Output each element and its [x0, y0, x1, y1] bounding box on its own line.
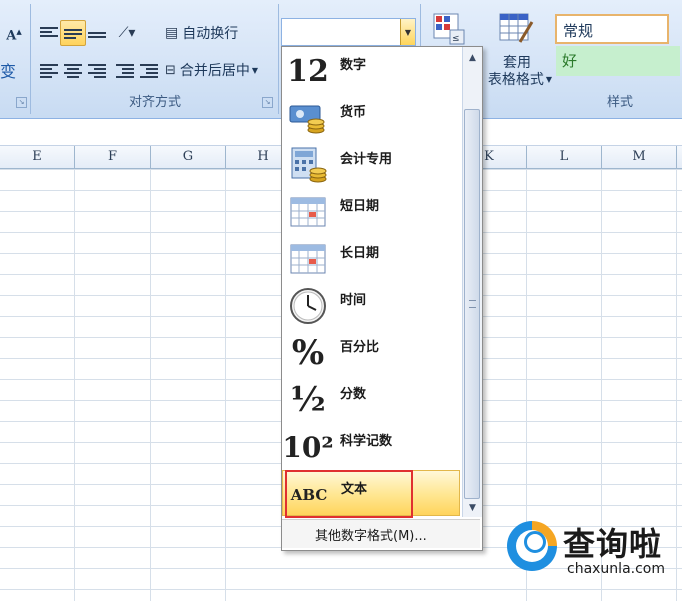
percent-icon: % [291, 333, 325, 373]
number-icon: 12 [287, 53, 329, 89]
chevron-down-icon: ▼ [251, 65, 259, 75]
orientation-icon: ⟋▾ [118, 25, 136, 41]
increase-indent-button[interactable] [136, 57, 162, 83]
format-item-long-date[interactable]: 长日期 [282, 235, 460, 281]
scroll-thumb[interactable] [464, 109, 480, 499]
svg-text:≤: ≤ [452, 34, 460, 44]
format-item-scientific[interactable]: 10² 科学记数 [282, 423, 460, 469]
font-group-launcher[interactable]: ↘ [16, 97, 27, 108]
currency-icon [286, 98, 330, 138]
watermark-subtitle: chaxunla.com [567, 561, 665, 577]
format-item-accounting[interactable]: 会计专用 [282, 141, 460, 187]
format-item-label: 时间 [340, 293, 367, 308]
format-item-label: 百分比 [340, 340, 380, 355]
long-date-icon [286, 239, 330, 279]
number-format-combo[interactable] [281, 18, 416, 46]
alignment-group-label: 对齐方式 [128, 95, 181, 110]
format-item-label: 货币 [340, 105, 367, 120]
merge-center-icon: ⊟ [165, 62, 176, 78]
apply-table-format-label-2: 表格格式 [487, 72, 544, 88]
watermark-title: 查询啦 [563, 525, 663, 563]
style-good[interactable]: 好 [556, 46, 680, 76]
format-item-number[interactable]: 12 数字 [282, 47, 460, 93]
orientation-button[interactable]: ⟋▾ [110, 20, 144, 46]
styles-group-label: 样式 [606, 95, 633, 110]
accounting-icon [286, 145, 330, 185]
column-header-f[interactable]: F [75, 146, 151, 168]
more-number-formats-button[interactable]: 其他数字格式(M)... [282, 519, 480, 548]
format-item-label: 长日期 [340, 246, 380, 261]
grid-line [225, 169, 226, 601]
table-format-icon[interactable] [498, 12, 534, 46]
format-item-label: 会计专用 [340, 152, 393, 167]
watermark: 查询啦 chaxunla.com [507, 517, 677, 589]
grid-line [74, 169, 75, 601]
format-item-label: 分数 [340, 387, 367, 402]
chevron-down-icon: ▼ [545, 74, 553, 84]
style-normal[interactable]: 常规 [555, 14, 669, 44]
column-header-m[interactable]: M [602, 146, 677, 168]
magnifier-icon [524, 531, 546, 553]
align-middle-button[interactable] [60, 20, 86, 46]
format-item-time[interactable]: 时间 [282, 282, 460, 328]
scroll-down-arrow-icon[interactable]: ▼ [463, 499, 482, 517]
format-item-currency[interactable]: 货币 [282, 94, 460, 140]
dropdown-scrollbar[interactable]: ▲ ▼ [462, 47, 482, 517]
format-item-short-date[interactable]: 短日期 [282, 188, 460, 234]
short-date-icon [286, 192, 330, 232]
clock-icon [286, 286, 330, 326]
group-separator [278, 4, 279, 114]
align-left-button[interactable] [36, 57, 62, 83]
merge-center-label: 合并后居中 [179, 63, 250, 79]
conditional-format-icon[interactable]: ≤ [432, 12, 466, 46]
column-header-l[interactable]: L [527, 146, 602, 168]
column-header-e[interactable]: E [0, 146, 75, 168]
align-bottom-button[interactable] [84, 20, 110, 46]
format-item-label: 科学记数 [340, 434, 393, 449]
apply-table-format-button[interactable]: 表格格式 ▼ [484, 68, 556, 90]
format-item-percent[interactable]: % 百分比 [282, 329, 460, 375]
align-top-button[interactable] [36, 20, 62, 46]
column-header-g[interactable]: G [151, 146, 226, 168]
fraction-icon: ½ [290, 380, 326, 420]
number-format-dropdown-button[interactable]: ▼ [400, 19, 415, 45]
format-item-fraction[interactable]: ½ 分数 [282, 376, 460, 422]
scroll-up-arrow-icon[interactable]: ▲ [463, 49, 482, 67]
align-center-button[interactable] [60, 57, 86, 83]
wrap-text-button[interactable]: ▤ 自动换行 [164, 20, 276, 46]
format-item-label: 短日期 [340, 199, 380, 214]
scroll-grip-icon [469, 300, 476, 308]
font-size-increase-button[interactable]: A▲ [2, 22, 26, 48]
wrap-text-label: 自动换行 [182, 26, 239, 42]
align-right-button[interactable] [84, 57, 110, 83]
annotation-highlight-box [285, 470, 413, 518]
wrap-text-icon: ▤ [165, 25, 179, 41]
alignment-group-launcher[interactable]: ↘ [262, 97, 273, 108]
more-number-formats-label: 其他数字格式(M)... [315, 529, 427, 544]
merge-center-button[interactable]: ⊟ 合并后居中 ▼ [164, 57, 278, 83]
phonetic-button-label[interactable]: 变 [0, 58, 16, 82]
format-item-label: 数字 [340, 58, 367, 73]
scientific-icon: 10² [282, 430, 334, 464]
decrease-indent-button[interactable] [112, 57, 138, 83]
grid-line [150, 169, 151, 601]
